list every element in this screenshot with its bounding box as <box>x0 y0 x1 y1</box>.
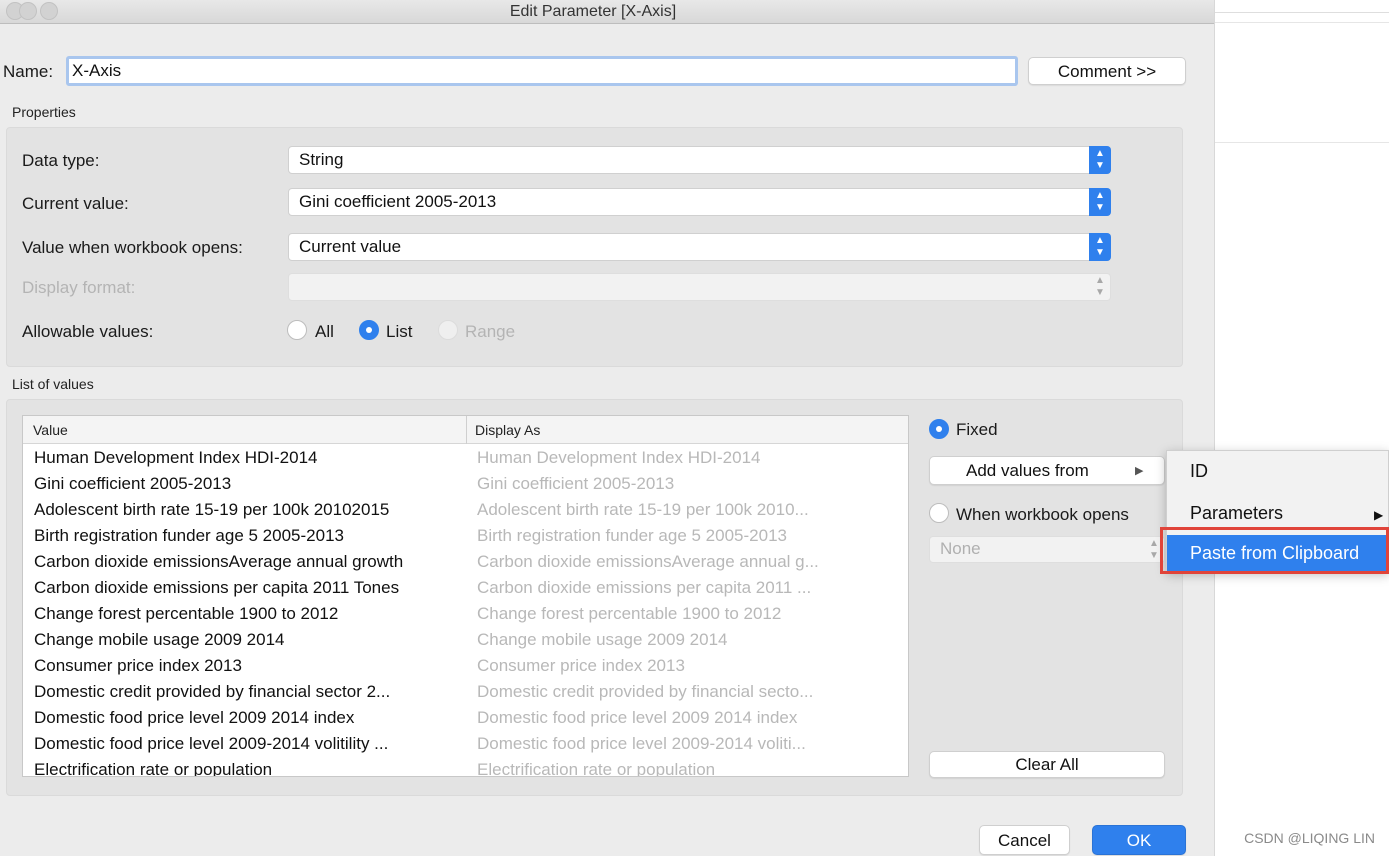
add-values-from-button[interactable]: Add values from ▶ <box>929 456 1165 485</box>
value-cell[interactable]: Birth registration funder age 5 2005-201… <box>34 526 462 546</box>
table-row[interactable]: Gini coefficient 2005-2013 Gini coefficie… <box>23 471 908 497</box>
table-row[interactable]: Electrification rate or population Electr… <box>23 757 908 776</box>
data-type-label: Data type: <box>22 151 100 170</box>
radio-fixed[interactable] <box>929 419 949 439</box>
display-as-cell[interactable]: Gini coefficient 2005-2013 <box>477 474 877 494</box>
value-cell[interactable]: Carbon dioxide emissions per capita 2011… <box>34 578 462 598</box>
allowable-values-label: Allowable values: <box>22 322 154 341</box>
radio-range-label: Range <box>465 322 516 341</box>
watermark: CSDN @LIQING LIN <box>1244 830 1375 846</box>
display-as-cell[interactable]: Carbon dioxide emissions per capita 2011… <box>477 578 877 598</box>
value-cell[interactable]: Domestic credit provided by financial se… <box>34 682 462 702</box>
display-as-cell[interactable]: Domestic food price level 2009 2014 inde… <box>477 708 877 728</box>
display-as-cell[interactable]: Change mobile usage 2009 2014 <box>477 630 877 650</box>
submenu-arrow-icon: ▶ <box>1374 508 1384 522</box>
name-input[interactable]: X-Axis <box>66 56 1018 86</box>
cancel-button[interactable]: Cancel <box>979 825 1070 855</box>
value-cell[interactable]: Adolescent birth rate 15-19 per 100k 201… <box>34 500 462 520</box>
value-when-opens-value: Current value <box>299 237 402 256</box>
highlight-box <box>1160 527 1389 574</box>
value-cell[interactable]: Consumer price index 2013 <box>34 656 462 676</box>
table-row[interactable]: Change mobile usage 2009 2014 Change mobi… <box>23 627 908 653</box>
radio-all-label: All <box>315 322 334 341</box>
value-cell[interactable]: Gini coefficient 2005-2013 <box>34 474 462 494</box>
up-down-chevron-icon: ▲ ▼ <box>1089 188 1111 216</box>
radio-all[interactable] <box>287 320 307 340</box>
data-type-select[interactable]: String ▲ ▼ <box>288 146 1111 174</box>
table-header: Value Display As <box>23 416 908 444</box>
up-down-chevron-icon: ▲ ▼ <box>1095 275 1105 298</box>
add-values-from-label: Add values from <box>966 461 1089 480</box>
value-cell[interactable]: Carbon dioxide emissionsAverage annual g… <box>34 552 462 572</box>
value-cell[interactable]: Domestic food price level 2009-2014 voli… <box>34 734 462 754</box>
table-row[interactable]: Adolescent birth rate 15-19 per 100k 201… <box>23 497 908 523</box>
list-of-values-heading: List of values <box>12 376 94 392</box>
edit-parameter-dialog: Edit Parameter [X-Axis] Name: X-Axis Com… <box>0 0 1214 856</box>
title-bar: Edit Parameter [X-Axis] <box>0 0 1214 24</box>
submenu-arrow-icon: ▶ <box>1135 465 1144 477</box>
radio-when-workbook-opens[interactable] <box>929 503 949 523</box>
value-when-opens-label: Value when workbook opens: <box>22 238 243 257</box>
column-divider[interactable] <box>466 416 467 444</box>
values-table[interactable]: Value Display As Human Development Index… <box>22 415 909 777</box>
table-row[interactable]: Domestic food price level 2009-2014 voli… <box>23 731 908 757</box>
when-opens-select-value: None <box>940 539 981 558</box>
ok-button[interactable]: OK <box>1092 825 1186 855</box>
menu-item-id[interactable]: ID <box>1167 453 1389 491</box>
display-format-select: ▲ ▼ <box>288 273 1111 301</box>
value-cell[interactable]: Change mobile usage 2009 2014 <box>34 630 462 650</box>
table-row[interactable]: Consumer price index 2013 Consumer price … <box>23 653 908 679</box>
radio-list[interactable] <box>359 320 379 340</box>
value-when-opens-select[interactable]: Current value ▲ ▼ <box>288 233 1111 261</box>
radio-fixed-label: Fixed <box>956 420 998 439</box>
name-label: Name: <box>3 62 54 81</box>
current-value-value: Gini coefficient 2005-2013 <box>299 192 497 211</box>
up-down-chevron-icon: ▲ ▼ <box>1089 233 1111 261</box>
display-as-cell[interactable]: Birth registration funder age 5 2005-201… <box>477 526 877 546</box>
table-row[interactable]: Human Development Index HDI-2014 Human De… <box>23 445 908 471</box>
value-cell[interactable]: Human Development Index HDI-2014 <box>34 448 462 468</box>
value-cell[interactable]: Domestic food price level 2009 2014 inde… <box>34 708 462 728</box>
display-as-cell[interactable]: Human Development Index HDI-2014 <box>477 448 877 468</box>
column-header-display-as[interactable]: Display As <box>475 422 540 438</box>
display-as-cell[interactable]: Electrification rate or population <box>477 760 877 776</box>
value-cell[interactable]: Change forest percentable 1900 to 2012 <box>34 604 462 624</box>
background-divider <box>1215 142 1389 143</box>
up-down-chevron-icon: ▲ ▼ <box>1089 146 1111 174</box>
radio-when-workbook-opens-label: When workbook opens <box>956 505 1129 524</box>
clear-all-button[interactable]: Clear All <box>929 751 1165 778</box>
table-row[interactable]: Change forest percentable 1900 to 2012 Ch… <box>23 601 908 627</box>
column-header-value[interactable]: Value <box>33 422 68 438</box>
display-as-cell[interactable]: Domestic food price level 2009-2014 voli… <box>477 734 877 754</box>
data-type-value: String <box>299 150 344 169</box>
display-as-cell[interactable]: Domestic credit provided by financial se… <box>477 682 877 702</box>
table-row[interactable]: Birth registration funder age 5 2005-201… <box>23 523 908 549</box>
background-divider <box>1215 12 1389 13</box>
value-cell[interactable]: Electrification rate or population <box>34 760 462 776</box>
comment-button[interactable]: Comment >> <box>1028 57 1186 85</box>
display-as-cell[interactable]: Consumer price index 2013 <box>477 656 877 676</box>
display-as-cell[interactable]: Adolescent birth rate 15-19 per 100k 201… <box>477 500 877 520</box>
background-window <box>1214 0 1389 856</box>
when-opens-select: None ▲ ▼ <box>929 536 1165 563</box>
properties-heading: Properties <box>12 104 76 120</box>
display-as-cell[interactable]: Carbon dioxide emissionsAverage annual g… <box>477 552 877 572</box>
display-as-cell[interactable]: Change forest percentable 1900 to 2012 <box>477 604 877 624</box>
current-value-select[interactable]: Gini coefficient 2005-2013 ▲ ▼ <box>288 188 1111 216</box>
window-title: Edit Parameter [X-Axis] <box>509 3 677 20</box>
display-format-label: Display format: <box>22 278 136 297</box>
table-row[interactable]: Carbon dioxide emissions per capita 2011… <box>23 575 908 601</box>
current-value-label: Current value: <box>22 194 129 213</box>
table-row[interactable]: Domestic food price level 2009 2014 inde… <box>23 705 908 731</box>
radio-list-label: List <box>386 322 413 341</box>
radio-range <box>438 320 458 340</box>
table-row[interactable]: Carbon dioxide emissionsAverage annual g… <box>23 549 908 575</box>
background-divider <box>1215 22 1389 23</box>
table-row[interactable]: Domestic credit provided by financial se… <box>23 679 908 705</box>
